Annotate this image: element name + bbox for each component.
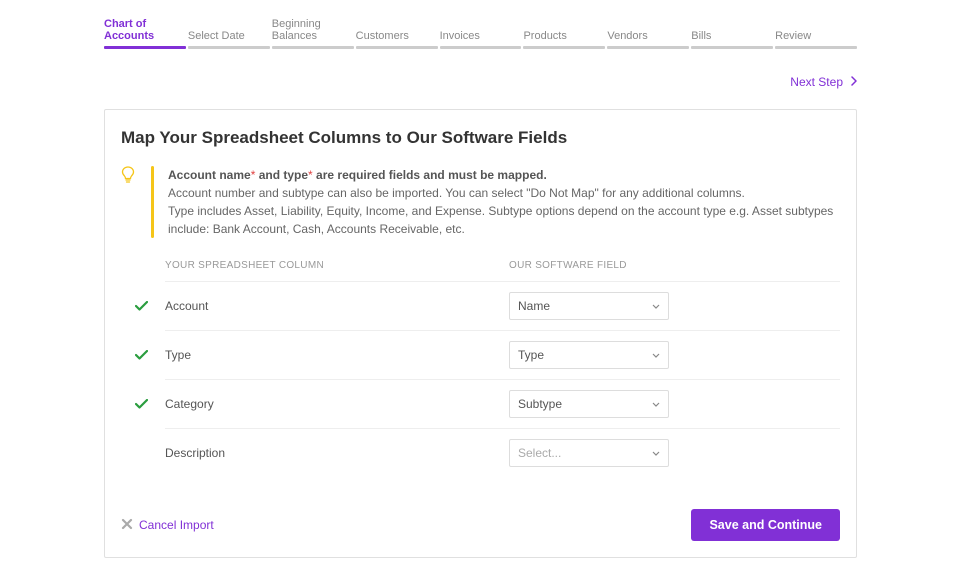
wizard-step[interactable]: Vendors bbox=[607, 18, 689, 49]
field-select[interactable]: Subtype bbox=[509, 390, 669, 418]
wizard-step-bar bbox=[356, 46, 438, 49]
mapping-card: Map Your Spreadsheet Columns to Our Soft… bbox=[104, 109, 857, 558]
chevron-down-icon bbox=[652, 301, 660, 311]
wizard-step-label: Chart of Accounts bbox=[104, 18, 186, 42]
cancel-import-link[interactable]: Cancel Import bbox=[121, 518, 214, 533]
chevron-down-icon bbox=[652, 350, 660, 360]
wizard-step-bar bbox=[607, 46, 689, 49]
cancel-import-label: Cancel Import bbox=[139, 518, 214, 532]
wizard-step-label: Beginning Balances bbox=[272, 18, 354, 42]
source-column-label: Type bbox=[165, 348, 509, 362]
wizard-step-label: Invoices bbox=[440, 30, 522, 42]
wizard-step-label: Customers bbox=[356, 30, 438, 42]
info-required-mid: and type bbox=[255, 168, 308, 182]
wizard-step[interactable]: Beginning Balances bbox=[272, 18, 354, 49]
mapping-row: Type Type bbox=[165, 330, 840, 379]
wizard-step[interactable]: Chart of Accounts bbox=[104, 18, 186, 49]
wizard-step-label: Bills bbox=[691, 30, 773, 42]
source-column-label: Description bbox=[165, 446, 509, 460]
field-select-value: Select... bbox=[518, 446, 561, 460]
wizard-step-label: Vendors bbox=[607, 30, 689, 42]
field-select-value: Subtype bbox=[518, 397, 562, 411]
wizard-step[interactable]: Customers bbox=[356, 18, 438, 49]
header-spreadsheet-column: Your Spreadsheet Column bbox=[165, 260, 509, 271]
field-select-value: Type bbox=[518, 348, 544, 362]
info-text: Account name* and type* are required fie… bbox=[168, 166, 840, 238]
wizard-step[interactable]: Invoices bbox=[440, 18, 522, 49]
field-select-value: Name bbox=[518, 299, 550, 313]
wizard-step-label: Products bbox=[523, 30, 605, 42]
lightbulb-icon bbox=[121, 166, 137, 238]
info-box: Account name* and type* are required fie… bbox=[121, 166, 840, 238]
mapping-header: Your Spreadsheet Column Our Software Fie… bbox=[165, 260, 840, 281]
card-title: Map Your Spreadsheet Columns to Our Soft… bbox=[121, 128, 840, 148]
wizard-step[interactable]: Review bbox=[775, 18, 857, 49]
next-step-link[interactable]: Next Step bbox=[790, 75, 857, 89]
chevron-down-icon bbox=[652, 448, 660, 458]
save-and-continue-button[interactable]: Save and Continue bbox=[691, 509, 840, 541]
source-column-label: Account bbox=[165, 299, 509, 313]
info-line2: Account number and subtype can also be i… bbox=[168, 184, 840, 202]
wizard-step[interactable]: Products bbox=[523, 18, 605, 49]
field-select[interactable]: Select... bbox=[509, 439, 669, 467]
wizard-step[interactable]: Bills bbox=[691, 18, 773, 49]
mapping-row: Category Subtype bbox=[165, 379, 840, 428]
wizard-step-bar bbox=[272, 46, 354, 49]
check-icon bbox=[135, 299, 148, 314]
source-column-label: Category bbox=[165, 397, 509, 411]
wizard-step-bar bbox=[188, 46, 270, 49]
wizard-steps: Chart of AccountsSelect DateBeginning Ba… bbox=[104, 0, 857, 49]
header-software-field: Our Software Field bbox=[509, 260, 840, 271]
wizard-step-label: Review bbox=[775, 30, 857, 42]
wizard-step-bar bbox=[440, 46, 522, 49]
wizard-step-bar bbox=[104, 46, 186, 49]
info-line3: Type includes Asset, Liability, Equity, … bbox=[168, 202, 840, 238]
field-select[interactable]: Name bbox=[509, 292, 669, 320]
wizard-step[interactable]: Select Date bbox=[188, 18, 270, 49]
close-icon bbox=[121, 518, 133, 533]
info-required-suffix: are required fields and must be mapped. bbox=[313, 168, 547, 182]
wizard-step-bar bbox=[691, 46, 773, 49]
chevron-down-icon bbox=[652, 399, 660, 409]
wizard-step-bar bbox=[523, 46, 605, 49]
wizard-step-label: Select Date bbox=[188, 30, 270, 42]
check-icon bbox=[135, 397, 148, 412]
next-step-label: Next Step bbox=[790, 75, 843, 89]
wizard-step-bar bbox=[775, 46, 857, 49]
field-select[interactable]: Type bbox=[509, 341, 669, 369]
info-required-prefix: Account name bbox=[168, 168, 251, 182]
mapping-row: Description Select... bbox=[165, 428, 840, 477]
chevron-right-icon bbox=[851, 75, 857, 89]
check-icon bbox=[135, 348, 148, 363]
mapping-row: Account Name bbox=[165, 281, 840, 330]
